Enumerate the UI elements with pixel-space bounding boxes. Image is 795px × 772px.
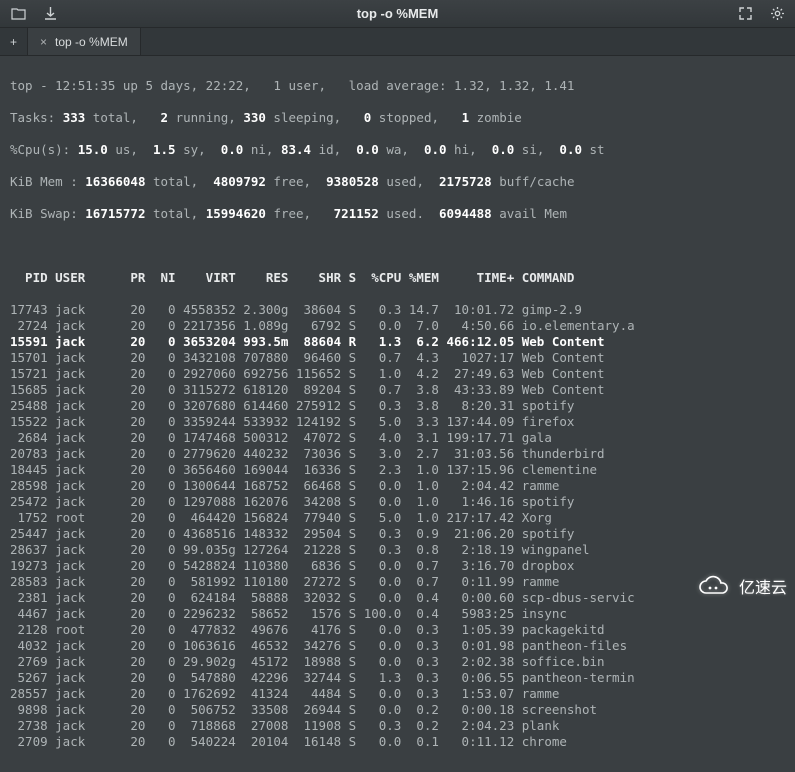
watermark: 亿速云 (695, 574, 787, 598)
open-folder-icon[interactable] (10, 6, 26, 22)
tasks-line: Tasks: 333 total, 2 running, 330 sleepin… (10, 110, 785, 126)
cpu-line: %Cpu(s): 15.0 us, 1.5 sy, 0.0 ni, 83.4 i… (10, 142, 785, 158)
process-row: 15685 jack 20 0 3115272 618120 89204 S 0… (10, 382, 785, 398)
download-icon[interactable] (42, 6, 58, 22)
process-row: 18445 jack 20 0 3656460 169044 16336 S 2… (10, 462, 785, 478)
process-row: 2769 jack 20 0 29.902g 45172 18988 S 0.0… (10, 654, 785, 670)
process-row: 28598 jack 20 0 1300644 168752 66468 S 0… (10, 478, 785, 494)
process-row: 2738 jack 20 0 718868 27008 11908 S 0.3 … (10, 718, 785, 734)
process-row: 2709 jack 20 0 540224 20104 16148 S 0.0 … (10, 734, 785, 750)
tab-0[interactable]: × top -o %MEM (28, 28, 141, 55)
process-row: 28637 jack 20 0 99.035g 127264 21228 S 0… (10, 542, 785, 558)
process-row: 20783 jack 20 0 2779620 440232 73036 S 3… (10, 446, 785, 462)
process-row: 5267 jack 20 0 547880 42296 32744 S 1.3 … (10, 670, 785, 686)
new-tab-button[interactable]: + (0, 28, 28, 55)
process-row: 25488 jack 20 0 3207680 614460 275912 S … (10, 398, 785, 414)
process-row: 1752 root 20 0 464420 156824 77940 S 5.0… (10, 510, 785, 526)
process-row: 15701 jack 20 0 3432108 707880 96460 S 0… (10, 350, 785, 366)
process-row: 28557 jack 20 0 1762692 41324 4484 S 0.0… (10, 686, 785, 702)
process-row: 17743 jack 20 0 4558352 2.300g 38604 S 0… (10, 302, 785, 318)
tabbar: + × top -o %MEM (0, 28, 795, 56)
process-row: 15522 jack 20 0 3359244 533932 124192 S … (10, 414, 785, 430)
titlebar: top -o %MEM (0, 0, 795, 28)
cloud-icon (695, 575, 735, 597)
process-row: 15591 jack 20 0 3653204 993.5m 88604 R 1… (10, 334, 785, 350)
process-row: 25447 jack 20 0 4368516 148332 29504 S 0… (10, 526, 785, 542)
swap-line: KiB Swap: 16715772 total, 15994620 free,… (10, 206, 785, 222)
columns-header: PID USER PR NI VIRT RES SHR S %CPU %MEM … (10, 270, 785, 286)
tab-label: top -o %MEM (55, 35, 128, 49)
process-row: 2128 root 20 0 477832 49676 4176 S 0.0 0… (10, 622, 785, 638)
process-row: 19273 jack 20 0 5428824 110380 6836 S 0.… (10, 558, 785, 574)
top-summary-line: top - 12:51:35 up 5 days, 22:22, 1 user,… (10, 78, 785, 94)
terminal-output[interactable]: top - 12:51:35 up 5 days, 22:22, 1 user,… (0, 56, 795, 772)
process-row: 28583 jack 20 0 581992 110180 27272 S 0.… (10, 574, 785, 590)
process-row: 4467 jack 20 0 2296232 58652 1576 S 100.… (10, 606, 785, 622)
gear-icon[interactable] (769, 6, 785, 22)
process-row: 2724 jack 20 0 2217356 1.089g 6792 S 0.0… (10, 318, 785, 334)
process-row: 15721 jack 20 0 2927060 692756 115652 S … (10, 366, 785, 382)
mem-line: KiB Mem : 16366048 total, 4809792 free, … (10, 174, 785, 190)
process-row: 9898 jack 20 0 506752 33508 26944 S 0.0 … (10, 702, 785, 718)
process-row: 2381 jack 20 0 624184 58888 32032 S 0.0 … (10, 590, 785, 606)
blank-line (10, 238, 785, 254)
process-row: 25472 jack 20 0 1297088 162076 34208 S 0… (10, 494, 785, 510)
maximize-icon[interactable] (737, 6, 753, 22)
window-title: top -o %MEM (130, 6, 665, 21)
process-row: 4032 jack 20 0 1063616 46532 34276 S 0.0… (10, 638, 785, 654)
process-row: 2684 jack 20 0 1747468 500312 47072 S 4.… (10, 430, 785, 446)
close-tab-icon[interactable]: × (40, 35, 47, 49)
